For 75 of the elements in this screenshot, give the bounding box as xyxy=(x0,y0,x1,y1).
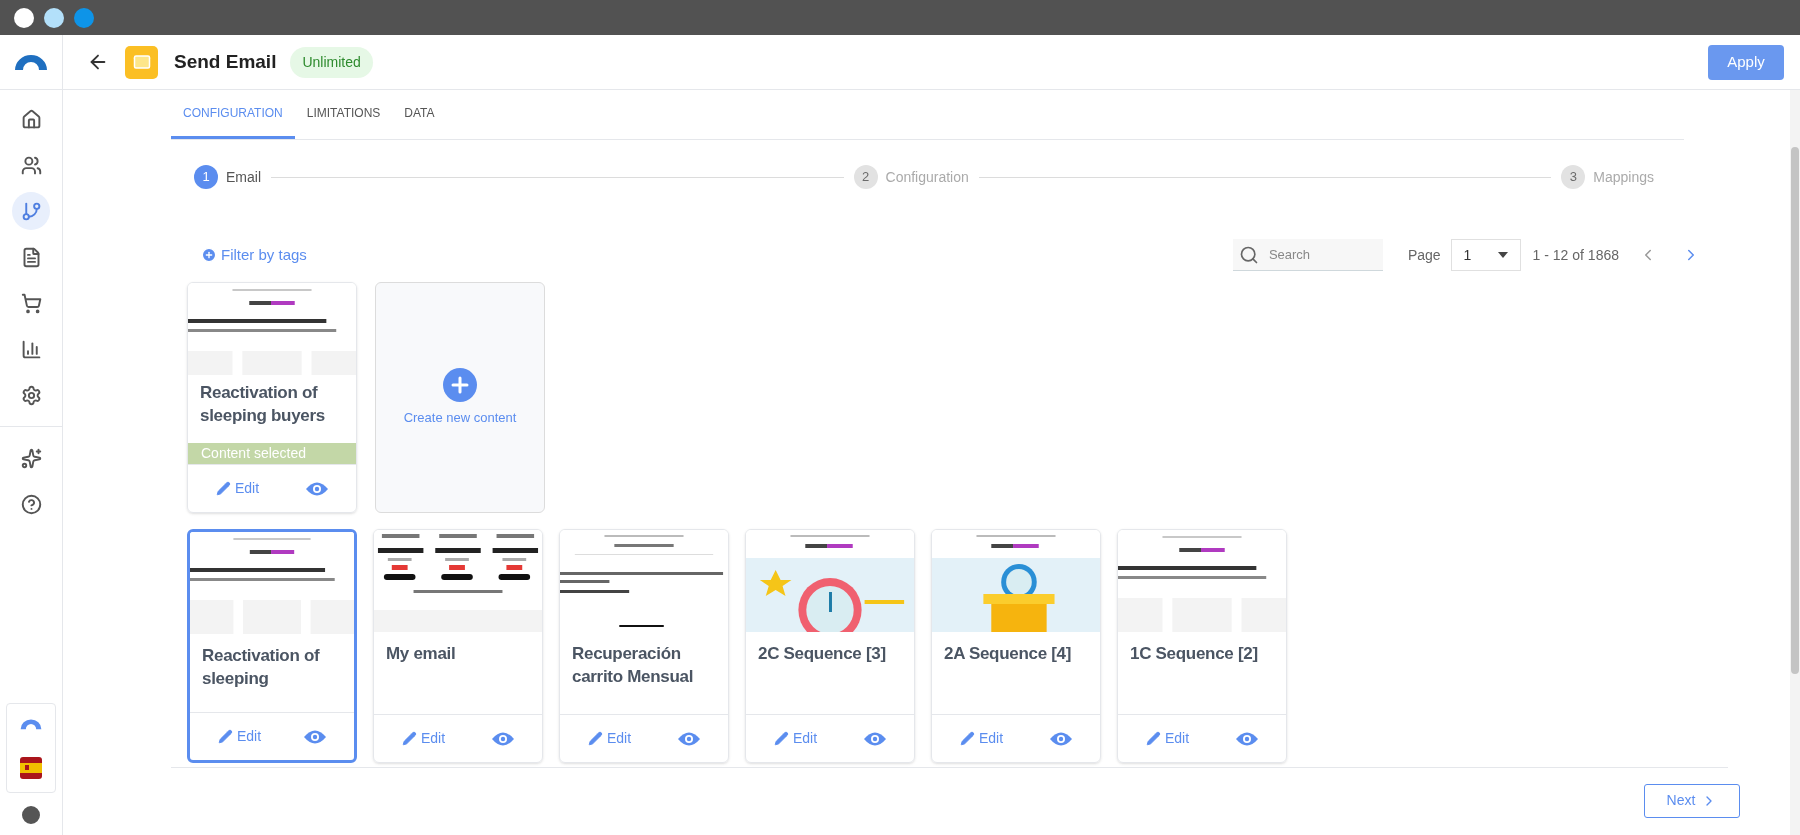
pencil-icon xyxy=(402,731,417,746)
edit-button[interactable]: Edit xyxy=(588,728,632,749)
card-title: My email xyxy=(385,643,457,665)
step-label: Mappings xyxy=(1593,167,1654,187)
email-icon xyxy=(125,45,158,79)
apply-button[interactable]: Apply xyxy=(1708,44,1784,80)
edit-button[interactable]: Edit xyxy=(218,726,262,747)
plus-icon xyxy=(443,367,477,402)
status-badge: Unlimited xyxy=(290,46,373,78)
page-title: Send Email xyxy=(174,49,277,74)
preview-button[interactable] xyxy=(306,481,328,496)
step-number: 1 xyxy=(194,165,218,189)
step-number: 3 xyxy=(1561,165,1586,189)
email-card[interactable]: 1C Sequence [2] Edit xyxy=(1117,529,1287,763)
create-content-card[interactable]: Create new content xyxy=(375,282,545,513)
edit-button[interactable]: Edit xyxy=(402,728,446,749)
card-title: 2C Sequence [3] xyxy=(757,643,887,665)
pencil-icon xyxy=(774,731,789,746)
user-avatar-icon[interactable] xyxy=(19,803,43,827)
preview-button[interactable] xyxy=(492,731,514,746)
preview-button[interactable] xyxy=(1236,731,1258,746)
search-icon xyxy=(1238,245,1259,265)
page-label: Page xyxy=(1407,245,1441,265)
caret-icon xyxy=(1497,252,1508,258)
eye-icon xyxy=(864,731,886,746)
pencil-icon xyxy=(216,481,231,496)
window-control[interactable] xyxy=(44,7,64,28)
next-button[interactable]: Next xyxy=(1644,783,1740,818)
logo-icon xyxy=(14,54,48,70)
search-field[interactable]: Search xyxy=(1232,239,1383,271)
email-card[interactable]: 2C Sequence [3] Edit xyxy=(745,529,915,763)
window-control[interactable] xyxy=(14,7,34,28)
email-card[interactable]: Reactivation of sleeping Edit xyxy=(187,529,357,763)
edit-button[interactable]: Edit xyxy=(960,728,1004,749)
branch-icon[interactable] xyxy=(12,192,50,230)
step-label: Configuration xyxy=(885,167,969,187)
preview-button[interactable] xyxy=(864,731,886,746)
page-range: 1 - 12 of 1868 xyxy=(1532,245,1619,265)
tab[interactable]: DATA xyxy=(392,89,447,139)
eye-icon xyxy=(1236,731,1258,746)
eye-icon xyxy=(1050,731,1072,746)
flag-icon[interactable] xyxy=(20,756,42,779)
plus-circle-icon xyxy=(201,247,217,263)
card-title: Reactivation of sleeping buyers xyxy=(188,375,356,429)
eye-icon xyxy=(492,731,514,746)
card-title: 1C Sequence [2] xyxy=(1129,643,1259,665)
logo-icon[interactable] xyxy=(20,717,42,730)
filter-by-tags-link[interactable]: Filter by tags xyxy=(201,243,307,267)
email-card[interactable]: 2A Sequence [4] Edit xyxy=(931,529,1101,763)
preview-button[interactable] xyxy=(1050,731,1072,746)
eye-icon xyxy=(678,731,700,746)
edit-button[interactable]: Edit xyxy=(216,478,260,499)
eye-icon xyxy=(304,729,326,744)
card-title: Reactivation of sleeping xyxy=(201,645,321,690)
pencil-icon xyxy=(218,729,233,744)
preview-button[interactable] xyxy=(304,729,326,744)
card-title: 2A Sequence [4] xyxy=(943,643,1073,665)
step-number: 2 xyxy=(853,165,878,189)
tab[interactable]: LIMITATIONS xyxy=(294,89,393,139)
edit-button[interactable]: Edit xyxy=(774,728,818,749)
edit-button[interactable]: Edit xyxy=(1146,728,1190,749)
pencil-icon xyxy=(960,731,975,746)
scrollbar[interactable] xyxy=(1790,90,1800,835)
page-select[interactable]: 1 xyxy=(1450,239,1521,271)
eye-icon xyxy=(306,481,328,496)
pencil-icon xyxy=(588,731,603,746)
preview-button[interactable] xyxy=(678,731,700,746)
email-card[interactable]: Reactivation of sleeping buyers Content selected Edit xyxy=(187,282,357,513)
pencil-icon xyxy=(1146,731,1161,746)
selected-banner: Content selected xyxy=(188,443,356,464)
card-title: Recuperación carrito Mensual xyxy=(571,643,695,688)
email-card[interactable]: Recuperación carrito Mensual Edit xyxy=(559,529,729,763)
tab[interactable]: CONFIGURATION xyxy=(171,89,295,139)
email-card[interactable]: My email Edit xyxy=(373,529,543,763)
step-label: Email xyxy=(226,167,261,187)
